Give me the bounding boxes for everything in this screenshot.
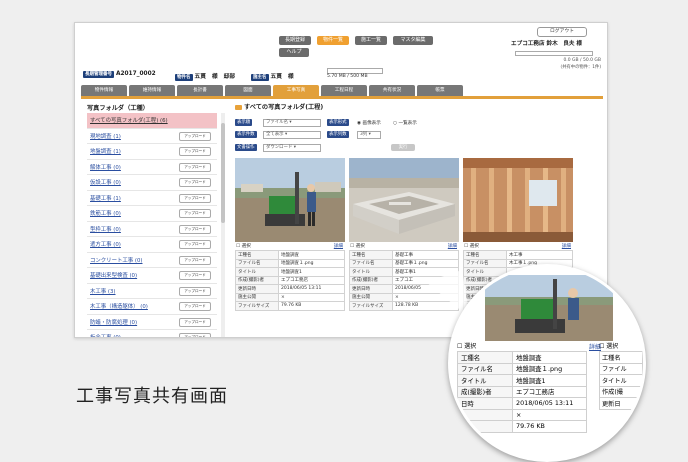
meta-value: 79.76 KB bbox=[512, 420, 587, 433]
magnified-next-select-label: 選択 bbox=[606, 343, 619, 350]
meta-key: 工種名 bbox=[599, 351, 643, 364]
table-row: 成(撮影)者 エプコ工務店 bbox=[457, 385, 587, 398]
table-row: タイトル 地盤調査1 bbox=[457, 374, 587, 387]
meta-key: ファイル bbox=[599, 362, 643, 375]
magnified-photo bbox=[485, 275, 613, 341]
meta-value: 2018/06/05 13:11 bbox=[512, 397, 587, 410]
meta-key: 工種名 bbox=[457, 351, 513, 364]
magnified-next-select[interactable]: ☐ 選択 bbox=[599, 341, 643, 351]
meta-key: 更新日 bbox=[599, 397, 643, 410]
table-row: 79.76 KB bbox=[457, 420, 587, 433]
table-row: 更新日 bbox=[599, 397, 643, 410]
meta-value: 地盤調査1 bbox=[512, 374, 587, 387]
meta-value: エプコ工務店 bbox=[512, 385, 587, 398]
magnified-metadata-table: 工種名 地盤調査 ファイル名 地盤調査１.png タイトル 地盤調査1 成(撮影)者 エプコ工… bbox=[457, 351, 587, 433]
table-row: × bbox=[457, 408, 587, 421]
table-row: ファイル名 地盤調査１.png bbox=[457, 362, 587, 375]
meta-key bbox=[457, 420, 513, 433]
magnified-photo-image bbox=[485, 275, 613, 341]
magnified-next-table: 工種名 ファイル タイトル 作成(撮 更新日 bbox=[599, 351, 643, 410]
meta-key: ファイル名 bbox=[457, 362, 513, 375]
meta-key: 日時 bbox=[457, 397, 513, 410]
table-row: 工種名 地盤調査 bbox=[457, 351, 587, 364]
magnified-select-checkbox[interactable]: ☐ 選択 bbox=[457, 343, 476, 350]
meta-value: 地盤調査 bbox=[512, 351, 587, 364]
meta-key bbox=[457, 408, 513, 421]
table-row: ファイル bbox=[599, 362, 643, 375]
meta-key: 作成(撮 bbox=[599, 385, 643, 398]
table-row: タイトル bbox=[599, 374, 643, 387]
table-row: 作成(撮 bbox=[599, 385, 643, 398]
meta-key: タイトル bbox=[599, 374, 643, 387]
table-row: 工種名 bbox=[599, 351, 643, 364]
magnifier-callout: ☐ 選択 詳細 工種名 地盤調査 ファイル名 地盤調査１.png タイトル 地盤調査1 成(… bbox=[448, 264, 646, 462]
magnified-card-header: ☐ 選択 詳細 bbox=[457, 341, 607, 351]
meta-key: 成(撮影)者 bbox=[457, 385, 513, 398]
magnified-next-card: ☐ 選択 工種名 ファイル タイトル 作成(撮 更新日 bbox=[599, 341, 643, 410]
caption: 工事写真共有画面 bbox=[76, 386, 228, 407]
table-row: 日時 2018/06/05 13:11 bbox=[457, 397, 587, 410]
meta-value: × bbox=[512, 408, 587, 421]
magnifier-content: ☐ 選択 詳細 工種名 地盤調査 ファイル名 地盤調査１.png タイトル 地盤調査1 成(… bbox=[451, 267, 643, 459]
meta-value: 地盤調査１.png bbox=[512, 362, 587, 375]
meta-key: タイトル bbox=[457, 374, 513, 387]
magnified-select-label: 選択 bbox=[464, 343, 477, 350]
